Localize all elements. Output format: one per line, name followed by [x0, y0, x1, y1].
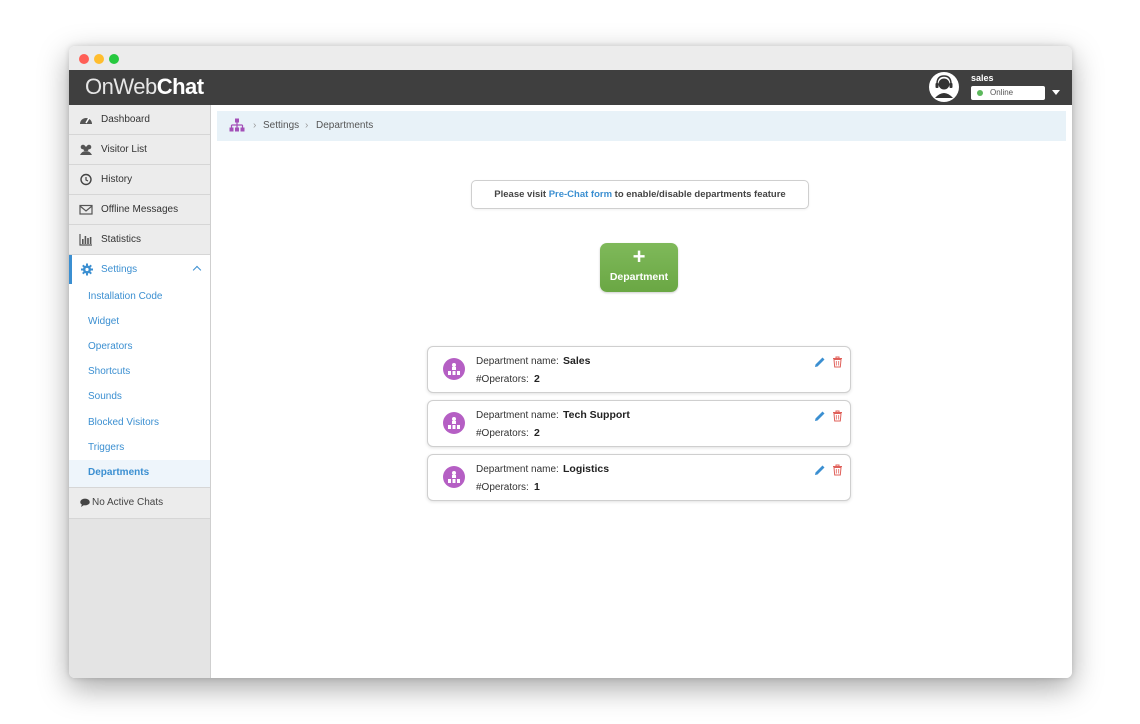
main-content: › Settings › Departments Please visit Pr… — [211, 105, 1072, 678]
clock-icon — [80, 173, 92, 186]
online-status-icon — [977, 90, 983, 96]
user-name: sales — [971, 73, 994, 83]
department-card: Department name: Sales #Operators: 2 — [427, 346, 851, 393]
logo-suffix: Chat — [156, 74, 204, 99]
plus-icon: + — [632, 244, 646, 269]
breadcrumb-separator: › — [305, 120, 309, 131]
envelope-icon — [79, 204, 93, 215]
submenu-item-label: Operators — [88, 341, 133, 352]
window-titlebar — [69, 46, 1072, 71]
top-bar: OnWebChat sales Online — [69, 70, 1072, 105]
app-logo[interactable]: OnWebChat — [85, 74, 204, 100]
breadcrumb-separator: › — [253, 120, 257, 131]
pencil-icon[interactable] — [814, 410, 826, 422]
operators-count: 2 — [534, 427, 540, 439]
sidebar-item-label: Settings — [101, 264, 138, 275]
sidebar-item-history[interactable]: History — [69, 165, 210, 195]
maximize-window-button[interactable] — [109, 54, 119, 64]
sidebar-item-visitor-list[interactable]: Visitor List — [69, 135, 210, 165]
active-chats-panel: No Active Chats — [69, 487, 210, 519]
sidebar-item-label: Statistics — [101, 234, 142, 245]
status-select[interactable]: Online — [971, 86, 1045, 100]
chat-bubble-icon — [80, 498, 90, 507]
trash-icon[interactable] — [832, 464, 843, 476]
gear-icon — [81, 263, 93, 276]
sidebar: Dashboard Visitor List History Offline M… — [69, 105, 211, 678]
submenu-item-shortcuts[interactable]: Shortcuts — [69, 359, 210, 384]
department-name-label: Department name: — [476, 410, 559, 421]
submenu-item-installation-code[interactable]: Installation Code — [69, 284, 210, 309]
department-name: Tech Support — [563, 409, 630, 421]
department-name-label: Department name: — [476, 356, 559, 367]
submenu-item-label: Shortcuts — [88, 366, 131, 377]
trash-icon[interactable] — [832, 356, 843, 368]
pre-chat-form-link[interactable]: Pre-Chat form — [549, 189, 612, 200]
submenu-item-triggers[interactable]: Triggers — [69, 435, 210, 460]
submenu-item-departments[interactable]: Departments — [69, 460, 210, 487]
sidebar-item-label: Offline Messages — [101, 204, 179, 215]
operators-count: 2 — [534, 373, 540, 385]
sidebar-item-label: Visitor List — [101, 144, 147, 155]
department-icon — [443, 358, 465, 380]
department-card: Department name: Tech Support #Operators… — [427, 400, 851, 447]
submenu-item-widget[interactable]: Widget — [69, 309, 210, 334]
submenu-item-label: Widget — [88, 316, 120, 327]
submenu-item-label: Sounds — [88, 391, 122, 402]
sitemap-icon[interactable] — [229, 118, 245, 133]
settings-submenu: Installation Code Widget Operators Short… — [69, 284, 210, 487]
avatar[interactable] — [929, 72, 959, 102]
submenu-item-blocked-visitors[interactable]: Blocked Visitors — [69, 410, 210, 435]
operators-label: #Operators: — [476, 374, 529, 385]
add-department-label: Department — [609, 271, 669, 283]
sidebar-item-label: History — [101, 174, 133, 185]
sidebar-item-settings[interactable]: Settings — [69, 255, 210, 285]
breadcrumb-item-settings[interactable]: Settings — [263, 120, 299, 131]
status-value: Online — [990, 88, 1014, 97]
notice-prefix: Please visit — [494, 189, 547, 200]
submenu-item-operators[interactable]: Operators — [69, 334, 210, 359]
submenu-item-label: Installation Code — [88, 291, 163, 302]
notice-suffix: to enable/disable departments feature — [614, 189, 786, 200]
add-department-button[interactable]: + Department — [600, 243, 678, 292]
submenu-item-sounds[interactable]: Sounds — [69, 384, 210, 409]
department-name-label: Department name: — [476, 464, 559, 475]
minimize-window-button[interactable] — [94, 54, 104, 64]
department-card: Department name: Logistics #Operators: 1 — [427, 454, 851, 501]
prechat-notice: Please visit Pre-Chat form to enable/dis… — [471, 180, 809, 209]
sitemap-icon — [448, 363, 460, 375]
sidebar-item-statistics[interactable]: Statistics — [69, 225, 210, 255]
app-window: OnWebChat sales Online Dashboard Visitor… — [69, 46, 1072, 678]
close-window-button[interactable] — [79, 54, 89, 64]
sidebar-item-label: Dashboard — [101, 114, 150, 125]
logo-prefix: OnWeb — [85, 74, 157, 99]
department-name: Sales — [563, 355, 591, 367]
department-icon — [443, 412, 465, 434]
chevron-up-icon — [192, 265, 202, 275]
breadcrumb: › Settings › Departments — [217, 111, 1066, 141]
users-icon — [80, 144, 92, 155]
sidebar-item-dashboard[interactable]: Dashboard — [69, 105, 210, 135]
sitemap-icon — [448, 417, 460, 429]
pencil-icon[interactable] — [814, 464, 826, 476]
sitemap-icon — [448, 471, 460, 483]
trash-icon[interactable] — [832, 410, 843, 422]
submenu-item-label: Blocked Visitors — [88, 417, 159, 428]
dashboard-icon — [80, 117, 92, 124]
no-active-chats-label: No Active Chats — [92, 497, 164, 508]
operators-label: #Operators: — [476, 482, 529, 493]
bar-chart-icon — [79, 234, 92, 246]
submenu-item-label: Departments — [88, 467, 150, 478]
user-avatar-icon — [930, 73, 958, 101]
breadcrumb-item-departments: Departments — [316, 120, 374, 131]
operators-count: 1 — [534, 481, 540, 493]
sidebar-item-offline-messages[interactable]: Offline Messages — [69, 195, 210, 225]
department-name: Logistics — [563, 463, 610, 475]
department-icon — [443, 466, 465, 488]
submenu-item-label: Triggers — [88, 442, 125, 453]
pencil-icon[interactable] — [814, 356, 826, 368]
chevron-down-icon[interactable] — [1052, 90, 1060, 95]
operators-label: #Operators: — [476, 428, 529, 439]
